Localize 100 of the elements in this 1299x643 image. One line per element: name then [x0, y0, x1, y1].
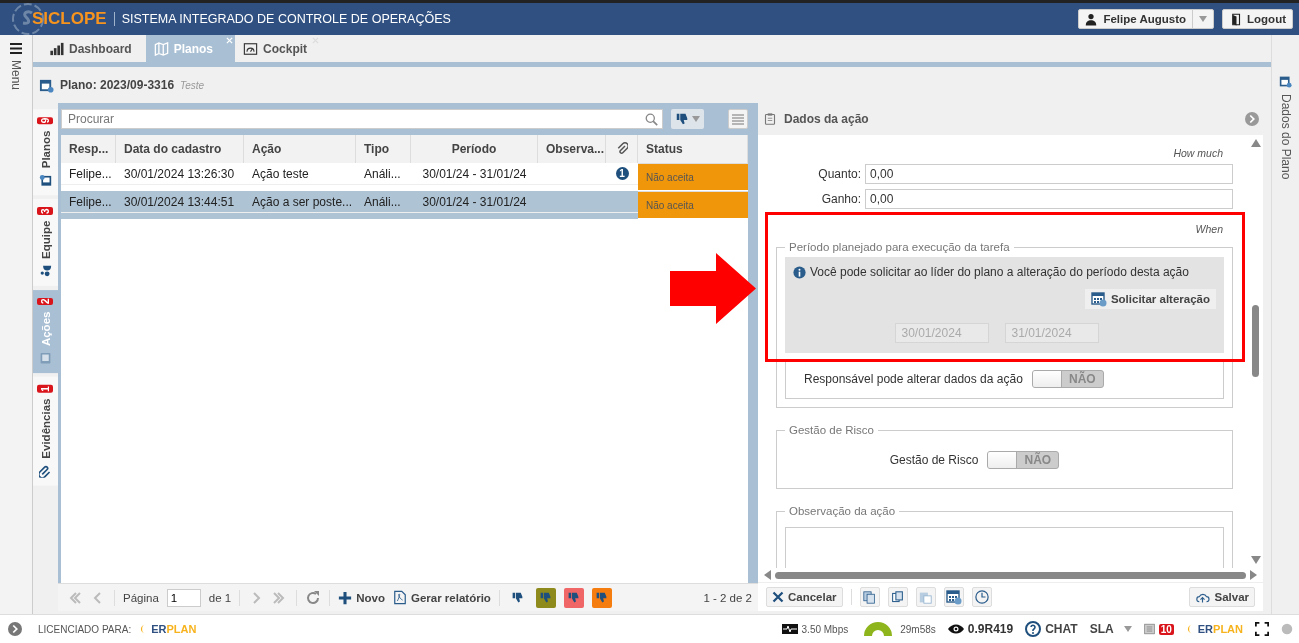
save-button[interactable]: Salvar	[1189, 587, 1255, 607]
thumbs-down-icon	[595, 591, 609, 604]
thumbs-down-icon	[567, 591, 581, 604]
request-change-button[interactable]: Solicitar alteração	[1084, 289, 1216, 309]
next-icon	[1245, 112, 1259, 126]
scroll-up-icon[interactable]	[1251, 139, 1261, 147]
filter-button[interactable]	[563, 587, 584, 608]
attachment-count: 1	[615, 167, 629, 180]
copy-button[interactable]	[859, 587, 880, 607]
menu-label[interactable]: Menu	[9, 60, 23, 91]
table-cell: Felipe...	[61, 191, 116, 213]
paperclip-icon	[615, 142, 628, 156]
refresh-icon	[305, 589, 322, 606]
caret-icon	[1123, 626, 1132, 632]
tab[interactable]: Cockpit	[235, 35, 322, 62]
clipboard-icon	[919, 590, 933, 604]
plus-icon	[338, 590, 353, 605]
side-tab[interactable]: Evidências 1	[33, 377, 58, 486]
section-hint: When	[1194, 223, 1224, 235]
caret-icon	[692, 116, 700, 122]
logout-button[interactable]: Logout	[1222, 9, 1293, 29]
calendar-icon	[39, 174, 52, 188]
column-header[interactable]: Observa...	[538, 135, 606, 163]
history-button[interactable]	[971, 587, 992, 607]
network-icon	[781, 624, 798, 634]
thumbs-down-icon	[539, 591, 553, 604]
input-field[interactable]: 0,00	[865, 189, 1233, 209]
toggle-label: Gestão de Risco	[889, 453, 979, 467]
list-button[interactable]	[728, 109, 748, 129]
input-field[interactable]: 0,00	[865, 164, 1233, 184]
info-text: Você pode solicitar ao líder do plano a alteração do período desta ação	[810, 265, 1189, 279]
user-menu[interactable]: Felipe Augusto	[1078, 9, 1215, 29]
table-cell: 30/01/24 - 31/01/24	[411, 163, 538, 185]
page-count: de 1	[208, 591, 232, 604]
brand-logo: ERPLAN	[139, 622, 197, 636]
column-header[interactable]: Período	[411, 135, 538, 163]
user-icon	[1085, 12, 1098, 26]
table-cell: Ação a ser poste...	[244, 191, 356, 213]
copy-icon	[863, 590, 877, 604]
session-timer: 29m58s	[900, 623, 936, 635]
tab[interactable]: Dashboard	[41, 35, 146, 62]
paste-button[interactable]	[915, 587, 936, 607]
new-button[interactable]: Novo	[338, 590, 385, 605]
column-header[interactable]: Tipo	[356, 135, 411, 163]
search-field[interactable]: Procurar	[61, 109, 663, 129]
column-header[interactable]: Status	[638, 135, 748, 163]
info-icon	[793, 265, 806, 279]
report-button[interactable]: Gerar relatório	[392, 590, 491, 605]
table-cell: Análi...	[356, 163, 411, 185]
table-cell: Análi...	[356, 191, 411, 213]
sla-dropdown[interactable]: SLA	[1089, 622, 1132, 636]
status-dot-icon	[1281, 623, 1293, 635]
table-cell: 30/01/2024 13:44:51	[116, 191, 244, 213]
filter-button[interactable]	[535, 587, 556, 608]
panel-title: Dados da ação	[784, 112, 869, 126]
list-icon	[732, 113, 744, 125]
side-tab[interactable]: Equipe 3	[33, 199, 58, 287]
plan-subtitle: Teste	[180, 79, 205, 91]
side-panel-label[interactable]: Dados do Plano	[1278, 94, 1293, 180]
period-fieldset: Período planejado para execução da tarefa Você pode solicitar ao líder do plano a alteração do período desta ação Solicitar alteração 30/01/2024 31/01/2024 Responsável pode alterar dados da ação NÃO	[776, 241, 1233, 408]
scroll-left-icon[interactable]	[764, 570, 771, 580]
side-tab[interactable]: Ações 2	[33, 290, 58, 374]
thumbs-down-icon	[675, 112, 689, 126]
scroll-right-icon[interactable]	[1250, 570, 1257, 580]
version-label: 0.9R419	[967, 622, 1014, 636]
table-row[interactable]: Felipe... 30/01/2024 13:44:51 Ação a ser poste... Análi... 30/01/24 - 31/01/24 Não aceita	[61, 191, 748, 219]
calendar-icon	[945, 589, 962, 605]
duplicate-button[interactable]	[887, 587, 908, 607]
column-header[interactable]: Ação	[244, 135, 356, 163]
column-header[interactable]: Data do cadastro	[116, 135, 244, 163]
cancel-button[interactable]: Cancelar	[766, 587, 843, 607]
status-cell: Não aceita	[638, 163, 748, 191]
side-tab[interactable]: Planos 9	[33, 109, 58, 196]
license-label: LICENCIADO PARA:	[38, 623, 132, 635]
clock-icon	[974, 590, 989, 604]
network-speed: 3.50 Mbps	[801, 623, 849, 635]
scroll-thumb[interactable]	[775, 571, 1246, 579]
field-label: Quanto:	[818, 167, 861, 181]
app-title: SISTEMA INTEGRADO DE CONTROLE DE OPERAÇÕES	[121, 12, 451, 26]
filter-dropdown[interactable]	[671, 109, 704, 129]
page-field[interactable]: 1	[166, 588, 201, 607]
scroll-thumb[interactable]	[1252, 305, 1259, 377]
document-icon	[1143, 623, 1155, 635]
bar-chart-icon	[49, 41, 64, 56]
fullscreen-icon	[1255, 622, 1269, 636]
documents-icon	[891, 590, 905, 604]
notification-count[interactable]: 10	[1158, 623, 1174, 635]
calendar-icon	[39, 77, 54, 93]
paperclip-icon	[39, 464, 52, 478]
app-logo: SICLOPE	[32, 9, 107, 29]
risk-fieldset: Gestão de Risco Gestão de Risco NÃO	[776, 424, 1233, 489]
brand-logo: ERPLAN	[1185, 622, 1243, 636]
table-cell: Ação teste	[244, 163, 356, 185]
chat-button[interactable]: CHAT	[1025, 621, 1078, 637]
filter-button[interactable]	[591, 587, 612, 608]
scroll-down-icon[interactable]	[1251, 556, 1261, 564]
column-header[interactable]: Resp...	[61, 135, 116, 163]
help-icon	[1025, 621, 1042, 637]
pdf-icon	[392, 590, 407, 605]
schedule-button[interactable]	[943, 587, 964, 607]
